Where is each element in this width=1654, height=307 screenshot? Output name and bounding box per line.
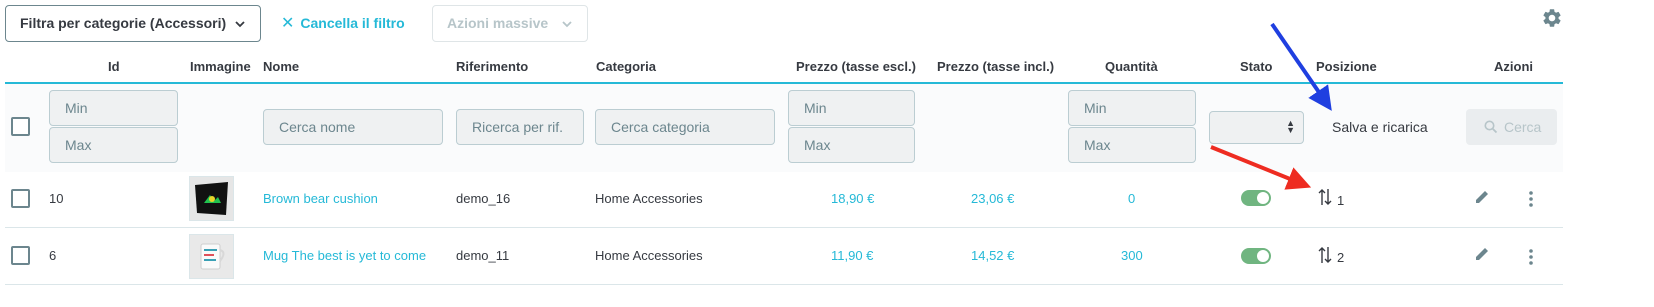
gear-icon[interactable]: [1541, 7, 1563, 29]
sort-arrows-icon: ▲ ▼: [1286, 118, 1295, 135]
row-quantity[interactable]: 0: [1128, 191, 1135, 206]
row-position: 2: [1337, 250, 1345, 265]
row-position: 1: [1337, 193, 1345, 208]
column-actions: Azioni: [1494, 59, 1533, 74]
row-quantity[interactable]: 300: [1121, 248, 1143, 263]
more-options-icon[interactable]: [1528, 248, 1534, 266]
row-price-excl[interactable]: 11,90 €: [831, 248, 873, 263]
select-all-checkbox[interactable]: [11, 117, 30, 136]
reference-search-input[interactable]: Ricerca per rif.: [456, 109, 584, 145]
edit-icon[interactable]: [1474, 246, 1490, 262]
category-filter-dropdown[interactable]: Filtra per categorie (Accessori): [5, 5, 261, 42]
chevron-down-icon: [562, 21, 572, 28]
product-thumbnail[interactable]: [189, 176, 234, 221]
toolbar: Filtra per categorie (Accessori) ✕ Cancel…: [0, 0, 1654, 50]
filter-row: [5, 84, 1563, 172]
drag-handle-icon[interactable]: [1318, 246, 1332, 264]
price-min-input[interactable]: Min: [788, 90, 915, 126]
close-icon: ✕: [281, 15, 295, 32]
quantity-max-input[interactable]: Max: [1068, 127, 1196, 163]
search-icon: [1484, 120, 1498, 134]
price-max-input[interactable]: Max: [788, 127, 915, 163]
chevron-down-icon: [235, 21, 245, 28]
row-id: 6: [49, 248, 57, 263]
row-checkbox[interactable]: [11, 246, 30, 265]
table-header: Id Immagine Nome Riferimento Categoria P…: [5, 52, 1563, 84]
bulk-actions-dropdown[interactable]: Azioni massive: [432, 5, 588, 42]
name-search-input[interactable]: Cerca nome: [263, 109, 443, 145]
save-reload-label: Salva e ricarica: [1332, 119, 1428, 135]
row-reference: demo_11: [456, 248, 510, 263]
column-reference[interactable]: Riferimento: [456, 59, 528, 74]
product-name-link[interactable]: Mug The best is yet to come: [263, 248, 426, 263]
column-price-excl[interactable]: Prezzo (tasse escl.): [796, 59, 916, 74]
column-price-incl[interactable]: Prezzo (tasse incl.): [937, 59, 1054, 74]
search-button-label: Cerca: [1504, 119, 1542, 135]
more-options-icon[interactable]: [1528, 190, 1534, 208]
row-category: Home Accessories: [595, 248, 703, 263]
row-price-incl[interactable]: 23,06 €: [971, 191, 1014, 206]
row-price-excl[interactable]: 18,90 €: [831, 191, 874, 206]
search-button[interactable]: Cerca: [1466, 109, 1557, 145]
quantity-min-input[interactable]: Min: [1068, 90, 1196, 126]
row-price-incl[interactable]: 14,52 €: [971, 248, 1014, 263]
id-min-input[interactable]: Min: [49, 90, 178, 126]
bulk-actions-label: Azioni massive: [447, 15, 549, 31]
clear-filter-button[interactable]: ✕ Cancella il filtro: [281, 5, 405, 42]
category-search-input[interactable]: Cerca categoria: [595, 109, 775, 145]
column-image: Immagine: [190, 59, 251, 74]
id-max-input[interactable]: Max: [49, 127, 178, 163]
column-name[interactable]: Nome: [263, 59, 299, 74]
column-status[interactable]: Stato: [1240, 59, 1273, 74]
row-category: Home Accessories: [595, 191, 703, 206]
column-category[interactable]: Categoria: [596, 59, 656, 74]
column-position[interactable]: Posizione: [1316, 59, 1377, 74]
category-filter-label: Filtra per categorie (Accessori): [20, 15, 227, 31]
row-id: 10: [49, 191, 64, 206]
row-reference: demo_16: [456, 191, 511, 206]
row-checkbox[interactable]: [11, 189, 30, 208]
status-toggle[interactable]: [1241, 248, 1271, 264]
edit-icon[interactable]: [1474, 189, 1490, 205]
drag-handle-icon[interactable]: [1318, 188, 1332, 206]
clear-filter-label: Cancella il filtro: [300, 15, 405, 31]
column-id[interactable]: Id: [108, 59, 120, 74]
status-toggle[interactable]: [1241, 190, 1271, 206]
status-select[interactable]: ▲ ▼: [1209, 111, 1304, 144]
product-name-link[interactable]: Brown bear cushion: [263, 191, 378, 206]
column-quantity[interactable]: Quantità: [1105, 59, 1158, 74]
product-thumbnail[interactable]: [189, 234, 234, 279]
